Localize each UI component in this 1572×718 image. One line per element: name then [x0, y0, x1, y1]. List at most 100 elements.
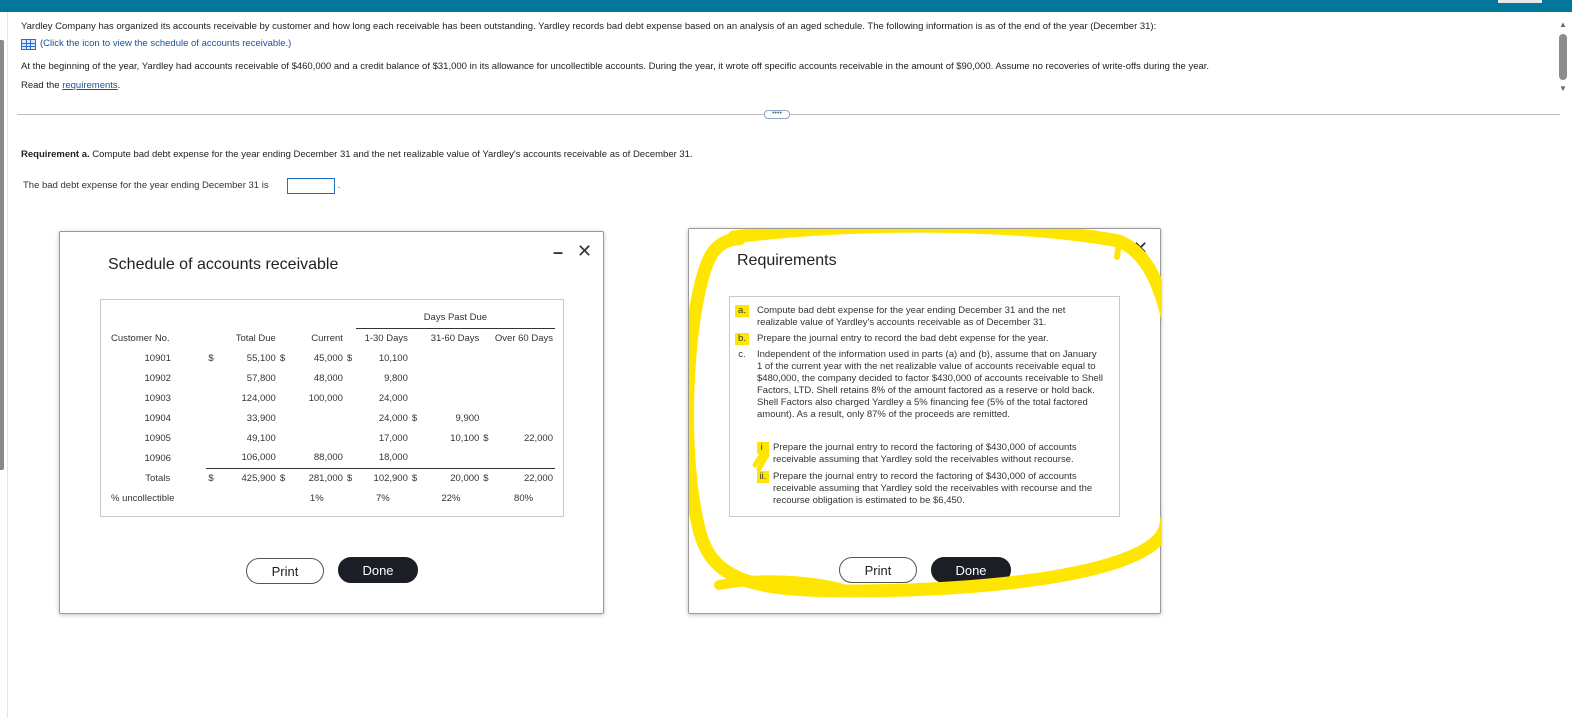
requirements-panel: a. Compute bad debt expense for the year… [729, 296, 1120, 517]
table-cell [410, 388, 421, 408]
schedule-rows: 10901 $55,100 $45,000 $10,100 10902 57,800 48,… [109, 348, 555, 508]
table-cell [345, 368, 356, 388]
schedule-icon-link[interactable]: (Click the icon to view the schedule of … [21, 38, 291, 50]
table-cell: 17,000 [378, 432, 408, 444]
table-cell: 425,900 [221, 467, 278, 488]
table-cell: 106,000 [241, 452, 276, 464]
scroll-up-arrow-icon[interactable]: ▲ [1559, 20, 1567, 29]
table-cell: 22,000 [523, 432, 553, 444]
schedule-table: Days Past Due Customer No. Total Due Cur… [109, 308, 555, 508]
table-cell [206, 408, 221, 428]
table-cell: 88,000 [313, 452, 343, 464]
requirement-item-b: b. Prepare the journal entry to record t… [735, 333, 1103, 345]
table-cell [492, 448, 555, 468]
totals-row: Totals $425,900 $281,000 $102,900 $20,000 $22… [109, 467, 555, 488]
col-header-current: Current [311, 332, 343, 344]
col-header-total-due: Total Due [235, 332, 276, 344]
schedule-table-panel: Days Past Due Customer No. Total Due Cur… [100, 299, 564, 517]
table-cell [278, 368, 289, 388]
schedule-link-text[interactable]: (Click the icon to view the schedule of … [40, 38, 291, 50]
close-icon[interactable]: ✕ [1133, 239, 1148, 257]
vertical-scrollbar[interactable]: ▲ ▼ [1554, 12, 1572, 718]
table-cell: 24,000 [378, 392, 408, 404]
close-icon[interactable]: ✕ [577, 242, 592, 260]
table-cell [481, 488, 492, 508]
table-cell [345, 488, 356, 508]
requirements-dialog-title: Requirements [737, 252, 837, 269]
intro-text: Yardley Company has organized its accoun… [21, 21, 1157, 32]
table-cell: % uncollectible [111, 492, 175, 504]
table-cell: $ [483, 432, 489, 444]
table-cell [289, 408, 345, 428]
table-cell: 48,000 [313, 372, 343, 384]
print-button[interactable]: Print [246, 558, 324, 584]
table-cell: 10904 [144, 412, 171, 424]
table-cell: 281,000 [288, 467, 345, 488]
table-cell: 22% [441, 492, 461, 504]
table-cell: 124,000 [241, 392, 276, 404]
table-cell: $ [344, 467, 356, 488]
table-cell [481, 408, 492, 428]
requirement-text-ii: Prepare the journal entry to record the … [773, 471, 1093, 506]
answer-suffix: . [337, 180, 341, 191]
requirement-text-a: Compute bad debt expense for the year en… [757, 305, 1066, 328]
requirement-a-text: Compute bad debt expense for the year en… [92, 149, 693, 160]
table-cell [410, 348, 421, 368]
requirements-link[interactable]: requirements [62, 80, 117, 91]
table-cell: 33,900 [246, 412, 276, 424]
requirement-letter-c: c. [738, 349, 746, 360]
table-cell [481, 348, 492, 368]
minimize-icon[interactable]: – [553, 243, 563, 261]
requirement-letter-i: i. [757, 442, 769, 454]
table-cell [206, 388, 221, 408]
scroll-thumb[interactable] [1559, 34, 1567, 80]
table-cell [278, 388, 289, 408]
table-cell [206, 448, 221, 468]
table-cell: $ [208, 352, 214, 364]
schedule-dialog-title: Schedule of accounts receivable [108, 256, 339, 273]
print-button[interactable]: Print [839, 557, 917, 583]
done-button[interactable]: Done [931, 557, 1011, 583]
expand-handle[interactable]: •••• [764, 110, 790, 119]
table-cell: $ [346, 352, 353, 364]
table-cell: 10902 [144, 372, 171, 384]
table-cell [410, 448, 421, 468]
uncollectible-row: % uncollectible 1% 7% 22% 80% [109, 488, 555, 508]
table-cell: 10903 [144, 392, 171, 404]
table-cell: 10905 [144, 432, 171, 444]
table-cell [492, 348, 555, 368]
requirement-subitem-ii: ii. Prepare the journal entry to record … [757, 471, 1107, 507]
done-button[interactable]: Done [338, 557, 418, 583]
table-row: 10903 124,000 100,000 24,000 [109, 388, 555, 408]
table-cell: 10906 [144, 452, 171, 464]
table-cell: $ [411, 412, 418, 424]
table-cell [206, 368, 221, 388]
table-cell [206, 488, 221, 508]
read-requirements: Read the requirements. [21, 80, 120, 92]
table-cell [421, 368, 482, 388]
bad-debt-expense-input[interactable] [286, 178, 335, 194]
table-cell [492, 388, 555, 408]
table-grid-icon[interactable] [21, 38, 36, 50]
table-cell: $ [279, 352, 286, 364]
col-header-31-60: 31-60 Days [430, 332, 480, 344]
table-cell [278, 408, 289, 428]
table-cell [492, 408, 555, 428]
table-cell [222, 488, 278, 508]
col-header-1-30: 1-30 Days [364, 332, 408, 344]
table-cell [481, 368, 492, 388]
table-row: 10906 106,000 88,000 18,000 [109, 448, 555, 468]
table-cell: $ [206, 467, 222, 488]
table-cell: 10,100 [450, 432, 480, 444]
bad-debt-prompt: The bad debt expense for the year ending… [23, 180, 269, 191]
table-cell: $ [277, 467, 289, 488]
table-cell [278, 428, 289, 448]
requirement-a-heading: Requirement a. Compute bad debt expense … [21, 149, 693, 161]
table-cell: 1% [309, 492, 324, 504]
scroll-down-arrow-icon[interactable]: ▼ [1559, 84, 1567, 93]
table-cell: 57,800 [246, 372, 276, 384]
table-row: 10904 33,900 24,000 $9,900 [109, 408, 555, 428]
requirements-dialog: Requirements ✕ a. Compute bad debt expen… [688, 228, 1162, 614]
requirement-item-a: a. Compute bad debt expense for the year… [735, 305, 1103, 329]
table-cell [481, 448, 492, 468]
